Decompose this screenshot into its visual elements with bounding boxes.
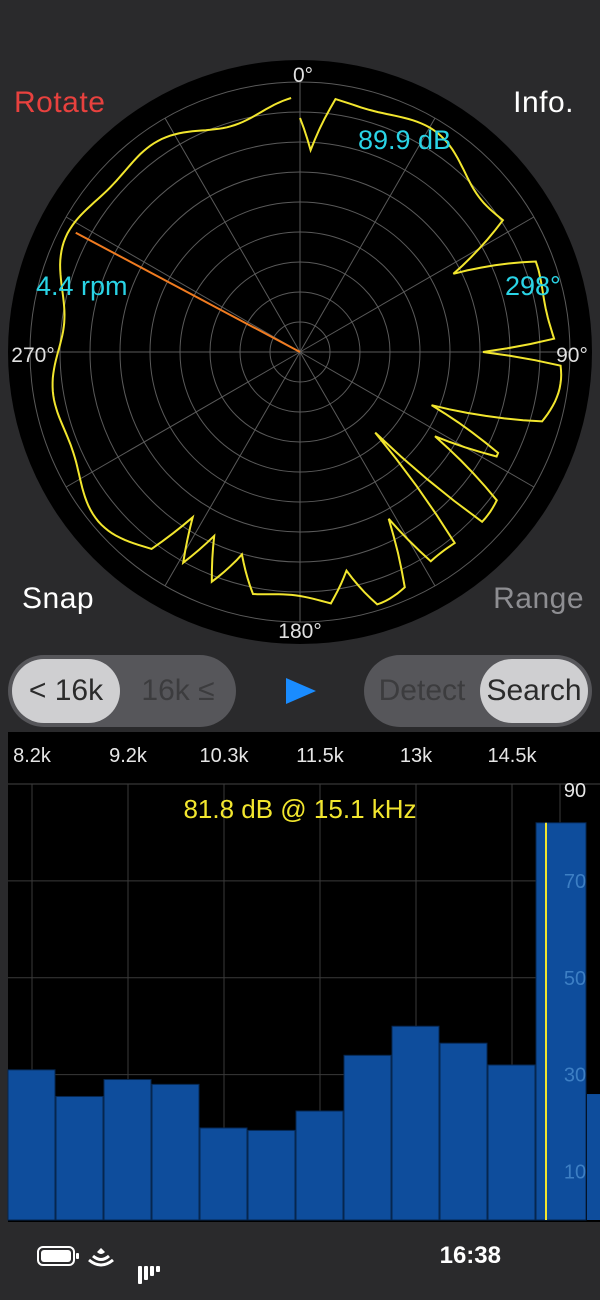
status-bar: 16:38 (0, 1236, 600, 1284)
spectrum-bar (7, 1069, 56, 1221)
angle-readout: 298° (505, 271, 561, 301)
angle-label-90: 90° (556, 344, 588, 367)
band-low-option[interactable]: < 16k (12, 659, 120, 723)
polar-plot: 0° 90° 180° 270° 89.9 dB 4.4 rpm 298° (8, 60, 592, 644)
spectrum-x-tick: 14.5k (488, 745, 538, 767)
search-option[interactable]: Search (480, 659, 588, 723)
spectrum-chart: 8.2k 9.2k 10.3k 11.5k 13k 14.5k 90 70 50 30 10 81… (7, 732, 600, 1222)
spectrum-bar (151, 1083, 200, 1221)
band-segmented-control: < 16k 16k ≤ (8, 655, 236, 727)
spectrum-x-tick: 11.5k (296, 745, 344, 767)
spectrum-y-tick: 70 (564, 871, 586, 893)
mode-segmented-control: Detect Search (364, 655, 592, 727)
status-time: 16:38 (440, 1242, 502, 1269)
spectrum-y-tick: 50 (564, 968, 586, 990)
peak-db-readout: 89.9 dB (358, 125, 451, 155)
spectrum-bar (487, 1064, 536, 1221)
band-high-option[interactable]: 16k ≤ (124, 659, 232, 723)
detect-option[interactable]: Detect (368, 659, 476, 723)
spectrum-y-tick: 30 (564, 1065, 586, 1087)
wifi-icon (88, 1248, 114, 1267)
spectrum-x-tick: 9.2k (109, 745, 148, 767)
spectrum-x-tick: 10.3k (200, 745, 250, 767)
spectrum-bar (439, 1042, 488, 1221)
spectrum-x-tick: 8.2k (13, 745, 52, 767)
battery-icon (37, 1246, 79, 1266)
snap-button[interactable]: Snap (22, 582, 94, 616)
spectrum-bar (55, 1095, 104, 1221)
spectrum-bar-edge (587, 1094, 600, 1220)
play-icon[interactable] (286, 678, 316, 704)
spectrum-bar (391, 1025, 440, 1221)
spectrum-bar (247, 1129, 296, 1221)
angle-label-180: 180° (278, 620, 321, 643)
spectrum-readout: 81.8 dB @ 15.1 kHz (183, 794, 416, 824)
spectrum-bar (103, 1079, 152, 1221)
angle-label-270: 270° (11, 344, 54, 367)
spectrum-y-tick: 90 (564, 780, 586, 802)
range-button[interactable]: Range (493, 582, 584, 616)
spectrum-x-tick: 13k (400, 745, 433, 767)
spectrum-bar (199, 1127, 248, 1221)
spectrum-bar (295, 1110, 344, 1221)
spectrum-y-tick: 10 (564, 1162, 586, 1184)
angle-label-0: 0° (293, 64, 313, 87)
rpm-readout: 4.4 rpm (36, 271, 128, 301)
spectrum-bar (343, 1054, 392, 1221)
